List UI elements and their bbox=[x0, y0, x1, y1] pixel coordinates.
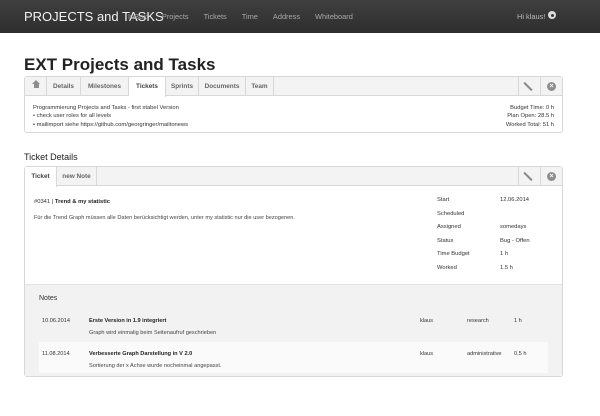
gear-icon[interactable] bbox=[548, 11, 556, 19]
user-greeting[interactable]: Hi klaus! bbox=[517, 12, 545, 21]
tab-tickets[interactable]: Tickets bbox=[129, 77, 166, 97]
ticket-title: #0341 | Trend & my statistic bbox=[34, 199, 110, 205]
tab-team[interactable]: Team bbox=[246, 77, 274, 96]
close-ticket-button[interactable]: × bbox=[540, 167, 562, 186]
project-time-stats: Budget Time: 0 h Plan Open: 28.5 h Worke… bbox=[506, 104, 554, 129]
tab-new-note[interactable]: new Note bbox=[57, 167, 97, 186]
edit-ticket-button[interactable] bbox=[518, 167, 540, 186]
tab-milestones[interactable]: Milestones bbox=[81, 77, 129, 96]
notes-title: Notes bbox=[39, 295, 58, 302]
ticket-details-heading: Ticket Details bbox=[24, 152, 78, 162]
prop-label: Assigned bbox=[437, 224, 461, 230]
ticket-number: #0341 | bbox=[34, 199, 54, 205]
tab-ticket[interactable]: Ticket bbox=[25, 167, 57, 187]
note-category: research bbox=[467, 318, 489, 324]
prop-start: Start 12.06.2014 bbox=[437, 197, 561, 206]
note-item[interactable]: 11.08.2014 Verbesserte Graph Darstellung… bbox=[39, 342, 548, 373]
prop-label: Worked bbox=[437, 264, 457, 271]
edit-project-button[interactable] bbox=[518, 77, 540, 96]
project-description: Programmierung Projects and Tasks - firs… bbox=[33, 104, 188, 129]
prop-value: 12.06.2014 bbox=[500, 197, 530, 203]
prop-scheduled: Scheduled bbox=[437, 211, 561, 220]
prop-assigned: Assigned somedays bbox=[437, 224, 561, 233]
close-icon: × bbox=[547, 82, 556, 91]
pencil-icon bbox=[523, 171, 533, 182]
prop-worked: Worked 1.5 h bbox=[437, 265, 561, 274]
prop-value: somedays bbox=[500, 224, 527, 230]
tab-details[interactable]: Details bbox=[47, 77, 81, 96]
main-nav: InBox Projects Tickets Time Address Whit… bbox=[128, 12, 368, 21]
note-user: klaus bbox=[420, 351, 434, 357]
note-body: Graph wird einmalig beim Seitenaufruf ge… bbox=[89, 330, 217, 336]
prop-status: Status Bug - Offen bbox=[437, 238, 561, 247]
tab-home[interactable] bbox=[25, 77, 47, 96]
close-icon: × bbox=[547, 172, 556, 181]
note-body: Sortierung der x Achse wurde nocheinmal … bbox=[89, 363, 222, 369]
prop-value: 1 h bbox=[500, 251, 509, 257]
nav-tickets[interactable]: Tickets bbox=[204, 12, 227, 21]
note-time: 0.5 h bbox=[514, 351, 527, 357]
nav-whiteboard[interactable]: Whiteboard bbox=[315, 12, 353, 21]
note-time: 1 h bbox=[514, 318, 522, 324]
prop-value: Bug - Offen bbox=[500, 237, 530, 244]
tab-documents[interactable]: Documents bbox=[199, 77, 246, 96]
top-navbar: PROJECTS and TASKS InBox Projects Ticket… bbox=[0, 0, 600, 33]
project-tabbar: Details Milestones Tickets Sprints Docum… bbox=[25, 77, 562, 97]
pencil-icon bbox=[523, 81, 533, 92]
ticket-panel: Ticket new Note × #0341 | Trend & my sta… bbox=[24, 166, 563, 377]
nav-address[interactable]: Address bbox=[273, 12, 300, 21]
tab-sprints[interactable]: Sprints bbox=[166, 77, 199, 96]
note-title: Verbesserte Graph Darstellung in V 2.0 bbox=[89, 351, 193, 357]
prop-label: Time Budget bbox=[437, 251, 470, 257]
plan-open: Plan Open: 28.5 h bbox=[507, 113, 554, 120]
page-title: EXT Projects and Tasks bbox=[24, 55, 216, 74]
project-panel: Details Milestones Tickets Sprints Docum… bbox=[24, 76, 563, 133]
project-todo-item: • mailimport siehe https://github.com/ge… bbox=[33, 121, 189, 128]
note-title: Erste Version in 1.9 integriert bbox=[89, 318, 167, 324]
ticket-name: Trend & my statistic bbox=[54, 199, 110, 205]
prop-label: Status bbox=[437, 237, 454, 244]
worked-total: Worked Total: 51 h bbox=[505, 121, 554, 128]
close-project-button[interactable]: × bbox=[540, 77, 562, 96]
notes-section: Notes 10.06.2014 Erste Version in 1.9 in… bbox=[25, 284, 562, 376]
nav-time[interactable]: Time bbox=[242, 12, 258, 21]
project-summary: Programmierung Projects and Tasks - firs… bbox=[33, 105, 179, 111]
nav-inbox[interactable]: InBox bbox=[128, 12, 147, 21]
home-icon bbox=[32, 80, 40, 90]
project-todo-item: • check user roles for all levels bbox=[33, 113, 112, 120]
ticket-tabbar: Ticket new Note × bbox=[25, 167, 562, 187]
note-item[interactable]: 10.06.2014 Erste Version in 1.9 integrie… bbox=[39, 309, 548, 340]
prop-time-budget: Time Budget 1 h bbox=[437, 251, 561, 260]
prop-value: 1.5 h bbox=[500, 264, 513, 271]
nav-projects[interactable]: Projects bbox=[162, 12, 189, 21]
note-date: 10.06.2014 bbox=[42, 318, 70, 324]
budget-time: Budget Time: 0 h bbox=[510, 105, 554, 111]
prop-label: Scheduled bbox=[437, 210, 465, 217]
note-user: klaus bbox=[420, 318, 434, 324]
prop-label: Start bbox=[437, 197, 450, 203]
ticket-description: Für die Trend Graph müssen alle Daten be… bbox=[34, 215, 295, 221]
note-date: 11.08.2014 bbox=[42, 351, 70, 357]
note-category: administrative bbox=[467, 351, 502, 357]
